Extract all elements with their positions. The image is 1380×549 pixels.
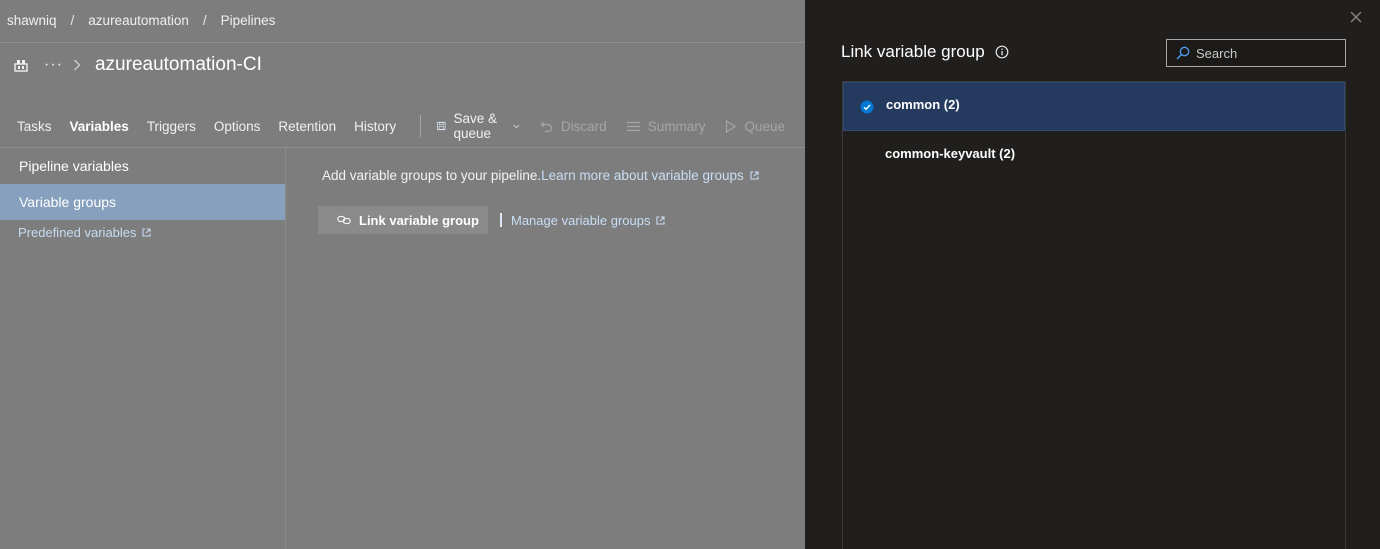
- breadcrumb-separator: /: [70, 13, 75, 28]
- manage-variable-groups-link[interactable]: Manage variable groups: [511, 212, 666, 228]
- toolbar-divider: [420, 115, 421, 137]
- panel-title-row: Link variable group: [841, 42, 1009, 62]
- external-link-icon: [750, 170, 759, 180]
- link-variable-group-label: Link variable group: [359, 212, 479, 228]
- queue-label: Queue: [744, 118, 785, 134]
- save-queue-label: Save & queue: [453, 111, 498, 141]
- pipeline-editor: shawniq / azureautomation / Pipelines ··…: [0, 0, 805, 549]
- tab-bar: Tasks Variables Triggers Options Retenti…: [17, 111, 805, 141]
- tab-tasks[interactable]: Tasks: [17, 119, 52, 134]
- tab-variables[interactable]: Variables: [70, 119, 129, 134]
- learn-more-label: Learn more about variable groups: [541, 167, 744, 183]
- nav-pipeline-variables[interactable]: Pipeline variables: [0, 148, 285, 184]
- link-icon: [337, 215, 351, 225]
- check-circle-icon: [860, 100, 874, 113]
- actions-divider: [500, 213, 502, 227]
- search-box[interactable]: [1166, 39, 1346, 67]
- build-pipeline-icon: [14, 60, 28, 72]
- summary-label: Summary: [647, 118, 706, 134]
- variable-groups-content: Add variable groups to your pipeline. Le…: [318, 166, 759, 234]
- variable-groups-actions: Link variable group Manage variable grou…: [318, 206, 718, 234]
- group-item-label: common (2): [886, 97, 960, 112]
- discard-label: Discard: [560, 118, 607, 134]
- breadcrumb-separator: /: [202, 13, 207, 28]
- play-icon: [726, 119, 737, 133]
- tab-history[interactable]: History: [354, 119, 396, 134]
- close-icon[interactable]: [1350, 11, 1362, 23]
- group-item-common[interactable]: common (2): [843, 82, 1345, 131]
- panel-title: Link variable group: [841, 42, 985, 61]
- nav-variable-groups[interactable]: Variable groups: [0, 184, 285, 220]
- header-divider: [0, 42, 805, 43]
- breadcrumb-item-project[interactable]: azureautomation: [88, 13, 189, 28]
- variable-group-list: common (2) common-keyvault (2): [842, 81, 1346, 549]
- predefined-variables-link[interactable]: Predefined variables: [0, 225, 285, 240]
- group-item-label: common-keyvault (2): [885, 146, 1016, 161]
- nav-pipeline-variables-label: Pipeline variables: [19, 158, 129, 174]
- learn-more-link[interactable]: Learn more about variable groups: [541, 168, 759, 183]
- unchecked-placeholder: [859, 149, 873, 163]
- discard-button[interactable]: Discard: [540, 119, 607, 134]
- search-input[interactable]: [1196, 45, 1336, 61]
- save-icon: [437, 121, 446, 131]
- link-variable-group-button[interactable]: Link variable group: [318, 206, 488, 234]
- nav-variable-groups-label: Variable groups: [19, 194, 117, 210]
- intro-text: Add variable groups to your pipeline.: [322, 167, 542, 183]
- variables-side-nav: Pipeline variables Variable groups Prede…: [0, 148, 285, 549]
- tab-retention[interactable]: Retention: [278, 119, 336, 134]
- info-icon[interactable]: [995, 45, 1009, 59]
- tab-triggers[interactable]: Triggers: [147, 119, 196, 134]
- save-queue-button[interactable]: Save & queue: [437, 111, 520, 141]
- breadcrumb: shawniq / azureautomation / Pipelines: [7, 13, 275, 28]
- search-icon: [1176, 46, 1190, 60]
- summary-button[interactable]: Summary: [626, 118, 706, 134]
- link-variable-group-panel: Link variable group common (2) common-ke…: [805, 0, 1380, 549]
- pipeline-title[interactable]: azureautomation-CI: [95, 54, 262, 76]
- side-nav-divider: [285, 148, 286, 549]
- external-link-icon: [656, 215, 666, 225]
- breadcrumb-item-org[interactable]: shawniq: [7, 13, 57, 28]
- undo-icon: [540, 121, 553, 132]
- manage-variable-groups-label: Manage variable groups: [511, 212, 651, 228]
- group-item-common-keyvault[interactable]: common-keyvault (2): [843, 131, 1345, 180]
- external-link-icon: [141, 228, 151, 237]
- intro-text-row: Add variable groups to your pipeline. Le…: [322, 166, 759, 184]
- predefined-variables-label: Predefined variables: [18, 225, 137, 240]
- list-icon: [626, 121, 640, 131]
- breadcrumb-item-pipelines[interactable]: Pipelines: [221, 13, 276, 28]
- pipeline-title-row: ··· azureautomation-CI: [14, 52, 262, 78]
- queue-button[interactable]: Queue: [725, 119, 785, 134]
- chevron-down-icon: [513, 124, 520, 128]
- more-icon[interactable]: ···: [44, 56, 63, 74]
- chevron-right-icon: [74, 59, 81, 71]
- tab-options[interactable]: Options: [214, 119, 261, 134]
